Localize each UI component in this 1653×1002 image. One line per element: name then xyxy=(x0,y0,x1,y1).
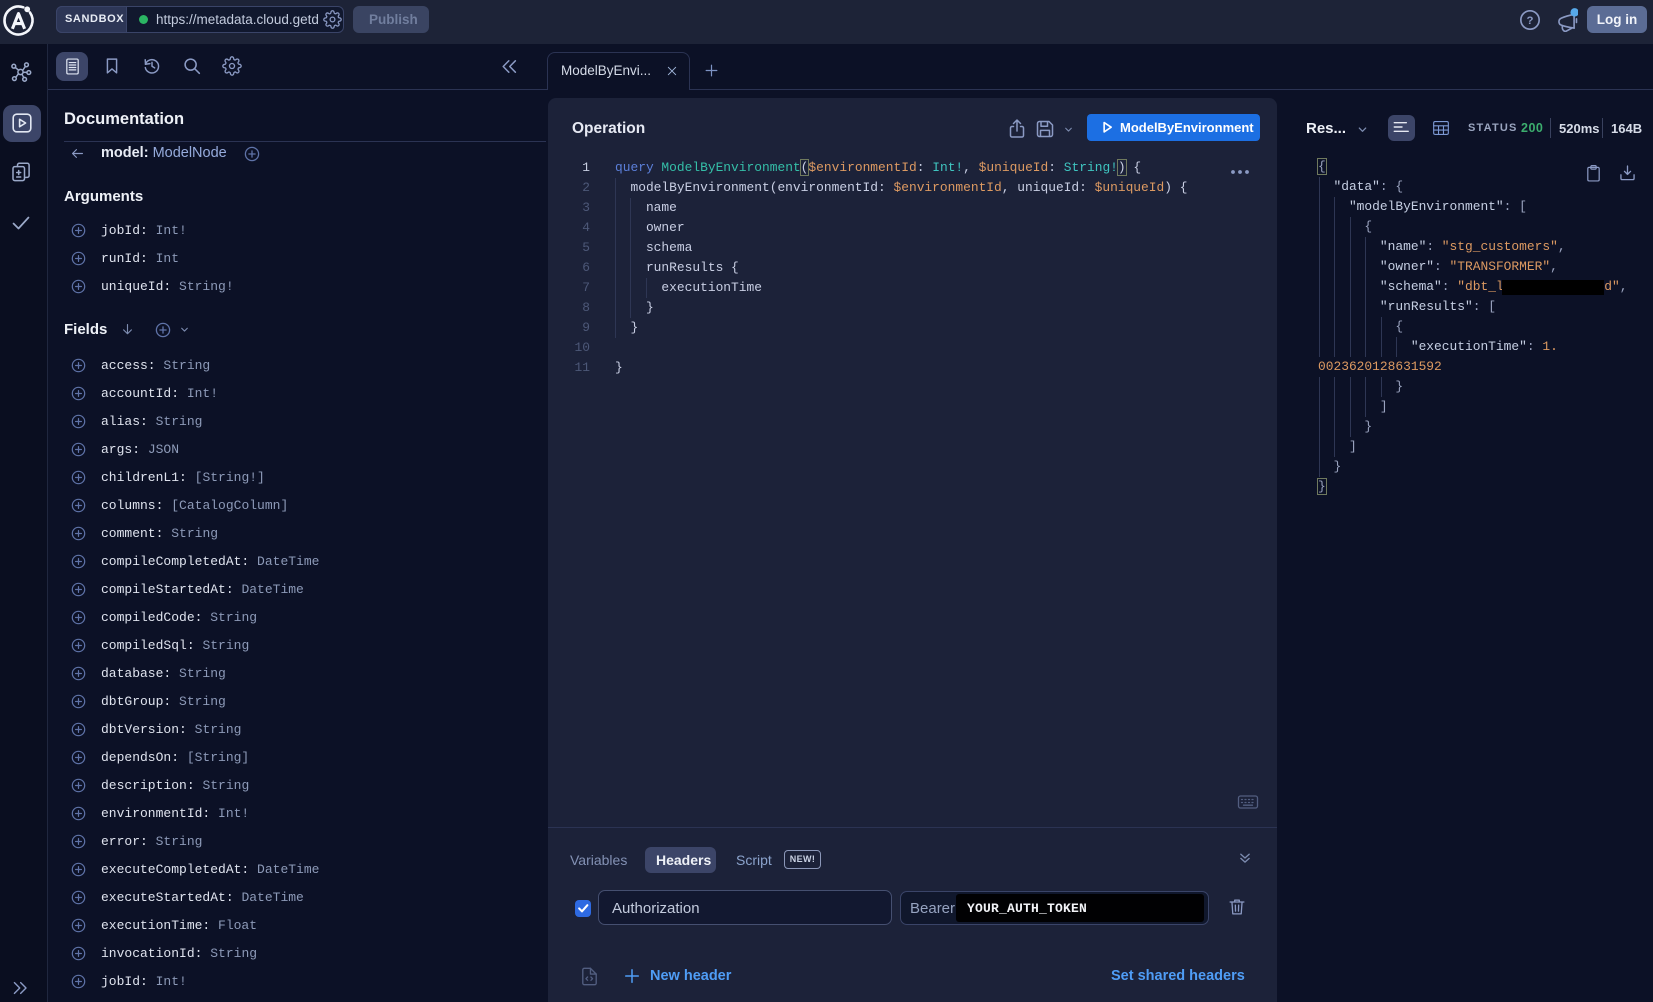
svg-text:?: ? xyxy=(1527,15,1534,27)
